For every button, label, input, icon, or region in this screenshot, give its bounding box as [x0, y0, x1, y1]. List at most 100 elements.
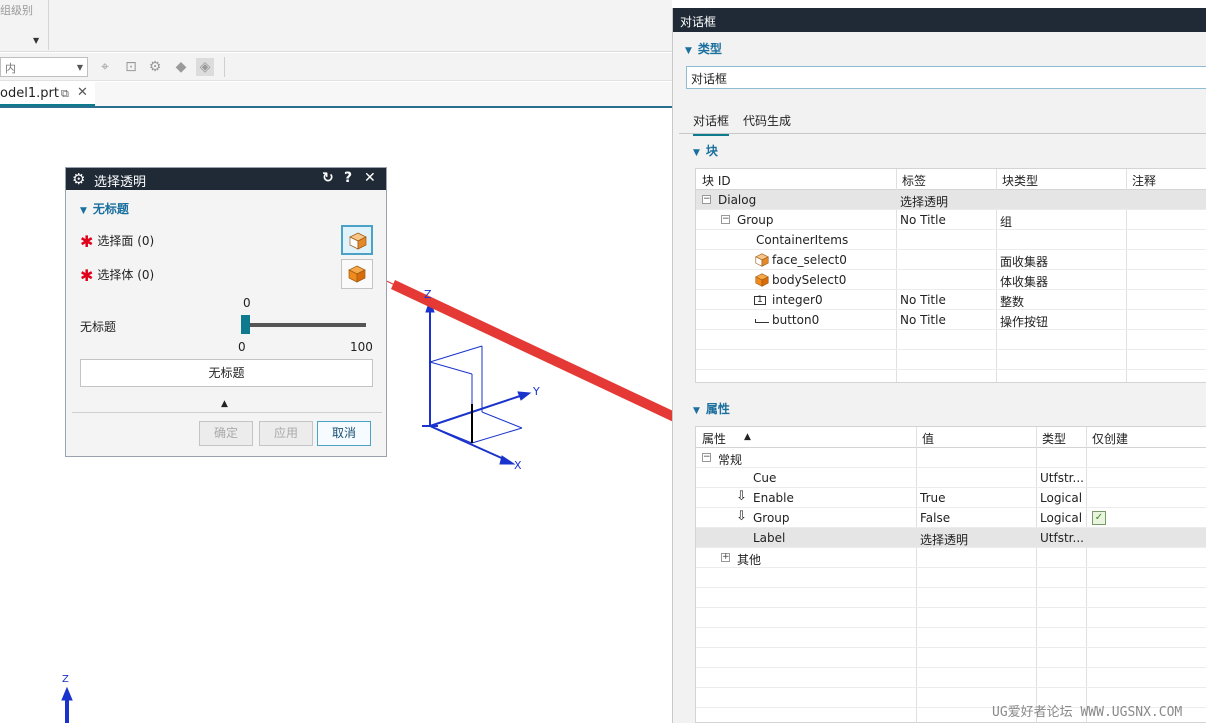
property-name: 常规 — [718, 453, 743, 467]
caret-down-icon: ▼ — [80, 206, 87, 216]
block-styler-panel: 对话框 ▼ 类型 对话框 对话框 代码生成 ▼ 块 块 ID 标签 块类型 注释 −… — [672, 8, 1206, 723]
table-row[interactable]: button0 No Title 操作按钮 — [696, 310, 1206, 330]
col-header-property[interactable]: 属性 — [702, 430, 726, 447]
table-row — [696, 330, 1206, 350]
ribbon-dropdown-icon[interactable]: ▼ — [33, 36, 39, 45]
col-header-block-id[interactable]: 块 ID — [702, 172, 731, 189]
select-box-icon[interactable]: ⊡ — [122, 58, 140, 76]
watermark: UG爱好者论坛 WWW.UGSNX.COM — [992, 705, 1183, 720]
close-icon[interactable]: ✕ — [364, 170, 376, 186]
table-row[interactable]: ContainerItems — [696, 230, 1206, 250]
cancel-button[interactable]: 取消 — [317, 421, 371, 446]
table-row[interactable]: + 其他 — [696, 548, 1206, 568]
table-row — [696, 648, 1206, 668]
tab-code-generation[interactable]: 代码生成 — [743, 112, 791, 134]
block-label: No Title — [900, 293, 946, 307]
block-type: 体收集器 — [1000, 275, 1049, 289]
slider-label: 无标题 — [80, 320, 117, 334]
collapse-icon[interactable]: − — [702, 195, 711, 204]
transparent-body-icon[interactable]: ◈ — [196, 58, 214, 76]
property-type: Logical — [1040, 491, 1083, 505]
reset-icon[interactable]: ↻ — [322, 170, 334, 186]
block-type: 整数 — [1000, 295, 1025, 309]
select-body-row: ✱ 选择体 (0) — [80, 266, 154, 285]
caret-down-icon: ▼ — [685, 46, 692, 56]
select-settings-icon[interactable]: ⚙ — [146, 58, 164, 76]
block-id: bodySelect0 — [772, 273, 847, 287]
sort-ascending-icon[interactable]: ▲ — [744, 432, 751, 442]
chevron-down-icon: ▼ — [76, 63, 83, 72]
property-type: Utfstr... — [1040, 531, 1084, 545]
untitled-action-button[interactable]: 无标题 — [80, 359, 373, 387]
property-type: Utfstr... — [1040, 471, 1084, 485]
select-face-button[interactable] — [341, 225, 373, 255]
solid-body-icon[interactable]: ◆ — [172, 58, 190, 76]
block-id: face_select0 — [772, 253, 847, 267]
block-section-title: 块 — [705, 144, 718, 158]
property-name: Label — [753, 531, 786, 545]
table-row[interactable]: face_select0 面收集器 — [696, 250, 1206, 270]
inherit-arrow-icon: ⇩ — [736, 489, 747, 504]
expand-icon[interactable]: + — [721, 553, 730, 562]
required-star-icon: ✱ — [80, 266, 94, 285]
block-type: 面收集器 — [1000, 255, 1049, 269]
block-label: No Title — [900, 213, 946, 227]
col-header-block-type[interactable]: 块类型 — [1002, 172, 1038, 189]
table-row[interactable]: Label 选择透明 Utfstr... — [696, 528, 1206, 548]
help-icon[interactable]: ? — [344, 170, 352, 186]
slider-min: 0 — [238, 340, 246, 354]
property-section-header[interactable]: ▼ 属性 — [693, 400, 730, 417]
slider-thumb[interactable] — [241, 315, 250, 334]
table-row[interactable]: − 常规 — [696, 448, 1206, 468]
block-table: 块 ID 标签 块类型 注释 − Dialog 选择透明 − Group No … — [695, 168, 1206, 383]
table-row[interactable]: Cue Utfstr... — [696, 468, 1206, 488]
popout-icon[interactable]: ⧉ — [61, 87, 69, 101]
axis-label-y: Y — [533, 385, 540, 398]
table-row[interactable]: 1 integer0 No Title 整数 — [696, 290, 1206, 310]
create-only-checkbox[interactable]: ✓ — [1092, 511, 1106, 525]
table-row[interactable]: − Dialog 选择透明 — [696, 190, 1206, 210]
dialog-title-bar[interactable]: ⚙ 选择透明 ↻ ? ✕ — [66, 168, 386, 190]
type-field[interactable]: 对话框 — [686, 66, 1206, 89]
select-body-button[interactable] — [341, 259, 373, 289]
required-star-icon: ✱ — [80, 232, 94, 251]
ok-button[interactable]: 确定 — [199, 421, 253, 446]
col-header-value[interactable]: 值 — [922, 430, 934, 447]
table-row[interactable]: ⇩ Enable True Logical — [696, 488, 1206, 508]
apply-button[interactable]: 应用 — [259, 421, 313, 446]
block-section-header[interactable]: ▼ 块 — [693, 142, 718, 159]
dialog-title: 选择透明 — [94, 175, 147, 190]
block-label: 选择透明 — [900, 195, 949, 209]
block-id: button0 — [772, 313, 820, 327]
table-row[interactable]: ⇩ Group False Logical ✓ — [696, 508, 1206, 528]
col-header-label[interactable]: 标签 — [902, 172, 926, 189]
document-tab[interactable]: odel1.prt ⧉ ✕ — [0, 82, 95, 106]
tab-dialog[interactable]: 对话框 — [693, 112, 730, 136]
col-header-create-only[interactable]: 仅创建 — [1092, 430, 1128, 447]
block-id: ContainerItems — [756, 233, 849, 247]
close-icon[interactable]: ✕ — [77, 85, 88, 100]
gear-icon[interactable]: ⚙ — [72, 170, 85, 188]
collapse-icon[interactable]: − — [721, 215, 730, 224]
inherit-arrow-icon: ⇩ — [736, 509, 747, 524]
table-row[interactable]: − Group No Title 组 — [696, 210, 1206, 230]
axis-label-z: Z — [424, 288, 432, 301]
collapse-icon[interactable]: − — [702, 453, 711, 462]
slider-track[interactable] — [246, 323, 366, 327]
col-header-type[interactable]: 类型 — [1042, 430, 1066, 447]
table-row[interactable]: bodySelect0 体收集器 — [696, 270, 1206, 290]
type-section-title: 类型 — [697, 42, 722, 56]
section-title: 无标题 — [92, 202, 129, 216]
collapse-icon[interactable]: ▲ — [221, 399, 228, 409]
block-type: 操作按钮 — [1000, 315, 1049, 329]
type-section-header[interactable]: ▼ 类型 — [685, 40, 722, 57]
select-face-row: ✱ 选择面 (0) — [80, 232, 154, 251]
property-name: Cue — [753, 471, 777, 485]
select-cursor-icon[interactable]: ⌖ — [96, 58, 114, 76]
selection-scope-dropdown[interactable]: 内 ▼ — [0, 57, 88, 77]
col-header-comment[interactable]: 注释 — [1132, 172, 1156, 189]
property-name: Group — [753, 511, 790, 525]
property-table-header: 属性 ▲ 值 类型 仅创建 — [696, 427, 1206, 448]
section-header[interactable]: ▼ 无标题 — [80, 200, 129, 217]
block-id: Group — [737, 213, 774, 227]
